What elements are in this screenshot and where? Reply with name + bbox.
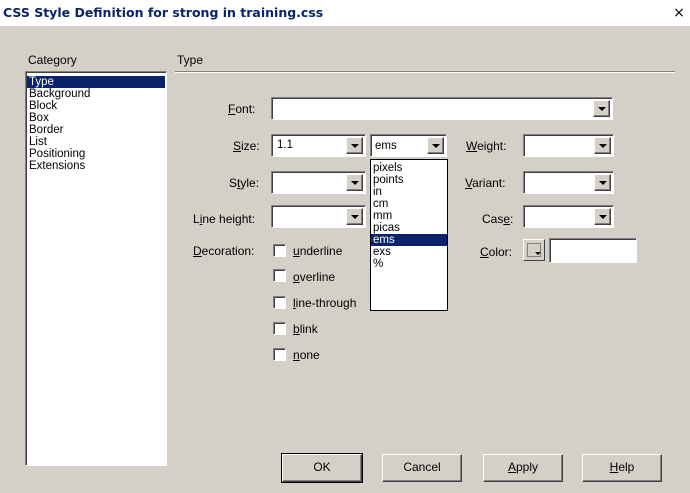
panel-title: Type [177,53,204,67]
cancel-button[interactable]: Cancel [382,454,462,482]
category-label: Category [28,53,77,67]
color-input[interactable] [549,238,637,263]
close-icon[interactable]: × [670,6,688,22]
panel-separator [175,71,675,73]
blink-checkbox[interactable] [273,322,286,335]
title-bar: CSS Style Definition for strong in train… [0,0,690,26]
size-unit-value: ems [375,140,397,152]
unit-option-mm[interactable]: mm [371,210,447,222]
unit-option-exs[interactable]: exs [371,246,447,258]
line-through-label[interactable]: line-through [293,296,356,310]
chevron-down-icon[interactable] [594,208,611,225]
color-label: Color: [480,245,513,259]
category-item-block[interactable]: Block [27,100,165,112]
category-item-border[interactable]: Border [27,124,165,136]
style-select[interactable] [271,171,366,194]
color-picker-icon[interactable] [523,239,545,261]
case-label: Case: [482,212,514,226]
variant-select[interactable] [523,171,614,194]
size-value: 1.1 [277,139,293,151]
chevron-down-icon[interactable] [594,174,611,191]
font-select[interactable] [271,97,613,120]
size-combobox[interactable]: 1.1 [271,134,366,157]
chevron-down-icon[interactable] [594,137,611,154]
category-item-background[interactable]: Background [27,88,165,100]
chevron-down-icon[interactable] [346,137,363,154]
chevron-down-icon[interactable] [346,174,363,191]
overline-checkbox[interactable] [273,269,286,282]
blink-label[interactable]: blink [293,322,318,336]
window-title: CSS Style Definition for strong in train… [3,5,324,20]
none-checkbox[interactable] [273,348,286,361]
none-label[interactable]: none [293,348,320,362]
line-height-combobox[interactable] [271,205,366,228]
overline-label[interactable]: overline [293,270,335,284]
category-item-extensions[interactable]: Extensions [27,160,165,172]
unit-option-cm[interactable]: cm [371,198,447,210]
style-label: Style: [229,176,260,190]
chevron-down-icon[interactable] [427,137,444,154]
unit-option-picas[interactable]: picas [371,222,447,234]
css-style-definition-dialog: CSS Style Definition for strong in train… [0,0,690,493]
unit-option-percent[interactable]: % [371,258,447,270]
size-label: Size: [233,139,260,153]
size-unit-select[interactable]: ems [370,134,447,157]
size-unit-dropdown-list[interactable]: pixels points in cm mm picas ems exs % [370,159,448,311]
category-list[interactable]: Type Background Block Box Border List Po… [25,71,167,466]
category-item-type[interactable]: Type [27,76,165,88]
unit-option-in[interactable]: in [371,186,447,198]
font-label: Font: [228,102,256,116]
category-item-box[interactable]: Box [27,112,165,124]
chevron-down-icon[interactable] [593,100,610,117]
line-height-label: Line height: [193,212,256,226]
decoration-label: Decoration: [193,244,255,258]
chevron-down-icon[interactable] [346,208,363,225]
help-button[interactable]: Help [582,454,662,482]
case-select[interactable] [523,205,614,228]
unit-option-ems[interactable]: ems [371,234,447,246]
unit-option-pixels[interactable]: pixels [371,162,447,174]
category-item-list[interactable]: List [27,136,165,148]
weight-select[interactable] [523,134,614,157]
unit-option-points[interactable]: points [371,174,447,186]
underline-checkbox[interactable] [273,244,286,257]
apply-button[interactable]: Apply [483,454,563,482]
line-through-checkbox[interactable] [273,296,286,309]
weight-label: Weight: [466,139,507,153]
category-item-positioning[interactable]: Positioning [27,148,165,160]
underline-label[interactable]: underline [293,244,342,258]
variant-label: Variant: [465,176,506,190]
ok-button[interactable]: OK [281,453,363,483]
